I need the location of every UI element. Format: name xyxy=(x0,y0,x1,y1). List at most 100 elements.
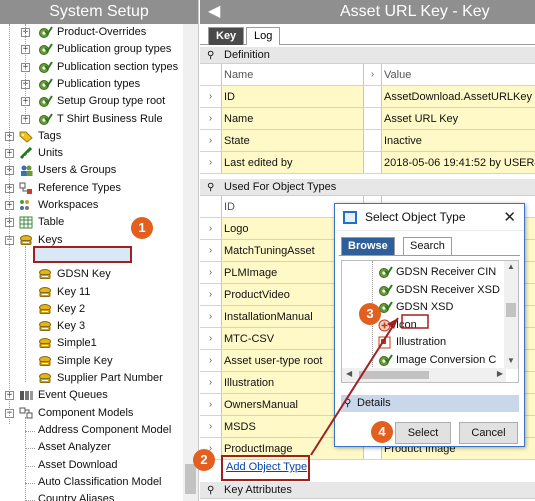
row-expand-icon[interactable]: › xyxy=(200,306,222,327)
tree-item-key-11[interactable]: Key 11 xyxy=(0,284,184,301)
reference-icon xyxy=(19,182,34,195)
row-expand-icon[interactable]: › xyxy=(200,284,222,305)
column-header-value[interactable]: Value xyxy=(382,64,535,85)
tree-item-publication-types[interactable]: + Publication types xyxy=(0,76,184,93)
tree-item-table[interactable]: + Table xyxy=(0,214,184,231)
row-expand-icon[interactable]: › xyxy=(200,152,222,173)
definition-row[interactable]: › State Inactive xyxy=(200,130,535,152)
scrollbar-thumb[interactable] xyxy=(506,303,516,317)
property-value[interactable]: Inactive xyxy=(382,130,535,151)
gear-check-icon xyxy=(38,43,53,56)
callout-badge: 2 xyxy=(193,449,215,471)
select-object-type-dialog: Select Object Type ✕ Browse Search GDSN … xyxy=(334,203,525,447)
close-icon[interactable]: ✕ xyxy=(503,208,516,226)
tag-icon xyxy=(19,130,34,143)
scrollbar-thumb[interactable] xyxy=(359,371,429,379)
tree-guide-line xyxy=(25,246,26,382)
tree-item-label: Event Queues xyxy=(38,389,108,402)
object-types-section-header[interactable]: ⚲ Used For Object Types xyxy=(200,179,535,196)
scroll-left-icon[interactable]: ◀ xyxy=(346,369,352,378)
property-value[interactable]: 2018-05-06 19:41:52 by USER4 xyxy=(382,152,535,173)
definition-row[interactable]: › ID AssetDownload.AssetURLKey xyxy=(200,86,535,108)
list-vertical-scrollbar[interactable]: ▲ ▼ xyxy=(504,261,518,369)
row-expand-icon[interactable]: › xyxy=(200,130,222,151)
tree-item-label: Tags xyxy=(38,129,62,142)
callout-badge: 3 xyxy=(359,303,381,325)
details-section-header[interactable]: ⚲ Details xyxy=(341,395,519,412)
tree-item-supplier-part-number[interactable]: Supplier Part Number xyxy=(0,370,184,387)
tree-item-setup-group-type-root[interactable]: + Setup Group type root xyxy=(0,93,184,110)
tab-search[interactable]: Search xyxy=(403,237,452,255)
row-expand-icon[interactable]: › xyxy=(200,394,222,415)
tree-item-publication-group-types[interactable]: + Publication group types xyxy=(0,41,184,58)
key-attributes-section-header[interactable]: ⚲ Key Attributes xyxy=(200,482,535,499)
tree-item-label: GDSN Key xyxy=(57,268,111,281)
pin-icon: ⚲ xyxy=(344,398,352,409)
back-arrow-icon[interactable]: ◀ xyxy=(208,0,220,24)
tree-item-key-2[interactable]: Key 2 xyxy=(0,301,184,318)
property-name: ID xyxy=(222,86,364,107)
column-expander[interactable]: › xyxy=(364,64,382,85)
row-gutter xyxy=(200,64,222,85)
row-expand-icon[interactable]: › xyxy=(200,262,222,283)
definition-column-header: Name › Value xyxy=(200,64,535,86)
property-name: Last edited by xyxy=(222,152,364,173)
tree-item-units[interactable]: + Units xyxy=(0,145,184,162)
property-value[interactable]: Asset URL Key xyxy=(382,108,535,129)
option-label: GDSN Receiver CIN xyxy=(396,266,497,278)
tree-item-label: Publication group types xyxy=(57,43,172,56)
key-icon xyxy=(19,234,34,247)
scroll-right-icon[interactable]: ▶ xyxy=(497,369,503,378)
tree-item-reference-types[interactable]: + Reference Types xyxy=(0,180,184,197)
tree-item-event-queues[interactable]: + Event Queues xyxy=(0,387,184,404)
row-cell-spacer xyxy=(364,152,382,173)
tree-item-label: Publication types xyxy=(57,77,141,90)
tree-item-product-overrides[interactable]: + Product-Overrides xyxy=(0,24,184,41)
property-value[interactable]: AssetDownload.AssetURLKey xyxy=(382,86,535,107)
scrollbar-thumb[interactable] xyxy=(185,464,196,494)
tree-item-label: Country Aliases xyxy=(38,493,115,501)
tree-item-simple1[interactable]: Simple1 xyxy=(0,335,184,352)
row-expand-icon[interactable]: › xyxy=(200,86,222,107)
tab-log[interactable]: Log xyxy=(246,27,281,45)
key-icon xyxy=(38,303,53,316)
section-title: Definition xyxy=(224,49,270,61)
scroll-down-icon[interactable]: ▼ xyxy=(507,356,515,365)
tree-item-simple-key[interactable]: Simple Key xyxy=(0,353,184,370)
row-expand-icon[interactable]: › xyxy=(200,240,222,261)
tree-item-users-groups[interactable]: + Users & Groups xyxy=(0,162,184,179)
definition-section-header[interactable]: ⚲ Definition xyxy=(200,47,535,64)
tree-item-key-3[interactable]: Key 3 xyxy=(0,318,184,335)
tree-item-label: Simple1 xyxy=(57,337,97,350)
tree-item-label: Key 11 xyxy=(57,285,91,298)
definition-row[interactable]: › Last edited by 2018-05-06 19:41:52 by … xyxy=(200,152,535,174)
row-expand-icon[interactable]: › xyxy=(200,350,222,371)
column-header-name[interactable]: Name xyxy=(222,64,364,85)
tree-item-label: Key 2 xyxy=(57,302,86,315)
tree-item-label: Product-Overrides xyxy=(57,26,147,38)
tab-browse[interactable]: Browse xyxy=(341,237,395,255)
tab-key[interactable]: Key xyxy=(208,27,245,45)
dialog-tabs: Browse Search xyxy=(339,234,520,256)
tree-item-t-shirt-business-rule[interactable]: + T Shirt Business Rule xyxy=(0,111,184,128)
tree-item-gdsn-key[interactable]: GDSN Key xyxy=(0,266,184,283)
select-button[interactable]: Select xyxy=(395,422,451,444)
tree-guide-line xyxy=(25,417,26,501)
row-expand-icon[interactable]: › xyxy=(200,372,222,393)
row-expand-icon[interactable]: › xyxy=(200,108,222,129)
row-expand-icon[interactable]: › xyxy=(200,416,222,437)
editor-title: Asset URL Key - Key xyxy=(340,3,490,20)
row-expand-icon[interactable]: › xyxy=(200,218,222,239)
gear-check-icon xyxy=(38,61,53,74)
cancel-button[interactable]: Cancel xyxy=(459,422,518,444)
scroll-up-icon[interactable]: ▲ xyxy=(507,262,515,271)
left-scrollbar[interactable] xyxy=(183,24,198,501)
list-horizontal-scrollbar[interactable]: ◀ ▶ xyxy=(342,368,506,382)
tree-item-publication-section-types[interactable]: + Publication section types xyxy=(0,59,184,76)
tree-item-tags[interactable]: + Tags xyxy=(0,128,184,145)
definition-row[interactable]: › Name Asset URL Key xyxy=(200,108,535,130)
tree-guide-line xyxy=(25,430,35,432)
tree-item-component-models[interactable]: − Component Models xyxy=(0,405,184,422)
tree-item-workspaces[interactable]: + Workspaces xyxy=(0,197,184,214)
row-expand-icon[interactable]: › xyxy=(200,328,222,349)
